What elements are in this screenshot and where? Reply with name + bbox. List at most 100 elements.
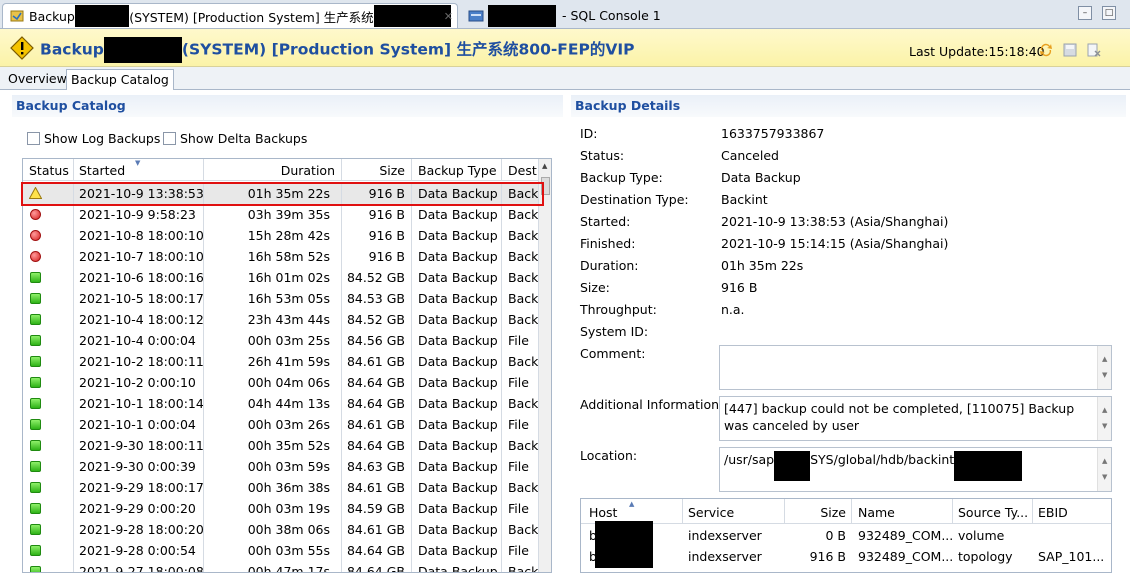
table-row[interactable]: 2021-10-2 0:00:10 00h 04m 06s 84.64 GB Data… — [23, 372, 538, 393]
detail-location-label: Location: — [580, 448, 638, 463]
column-separator — [73, 435, 74, 456]
tab-overview[interactable]: Overview — [4, 69, 71, 90]
success-icon — [30, 566, 41, 572]
checkbox-box[interactable] — [27, 132, 40, 145]
column-backup-type[interactable]: Backup Type — [418, 163, 497, 178]
detail-started-label: Started: — [580, 214, 631, 229]
column-separator — [203, 498, 204, 519]
last-update: Last Update:15:18:40 — [909, 44, 1045, 59]
maximize-icon[interactable]: □ — [1102, 6, 1116, 20]
column-separator — [501, 267, 502, 288]
table-row[interactable]: 2021-9-27 18:00:08 00h 47m 17s 84.64 GB Dat… — [23, 561, 538, 572]
detail-type-label: Backup Type: — [580, 170, 663, 185]
column-separator — [203, 204, 204, 225]
table-row[interactable]: 2021-10-4 18:00:12 23h 43m 44s 84.52 GB Dat… — [23, 309, 538, 330]
column-separator — [341, 288, 342, 309]
column-service[interactable]: Service — [688, 505, 734, 520]
column-size[interactable]: Size — [379, 163, 405, 178]
additional-scrollbar[interactable]: ▲ ▼ — [1097, 397, 1111, 440]
cell-backup-type: Data Backup — [418, 543, 498, 558]
editor-tab-backup[interactable]: Backup (SYSTEM) [Production System] 生产系统… — [2, 3, 458, 28]
table-row[interactable]: bjindexserver916 B932489_COM...topologyS… — [581, 546, 1111, 567]
show-delta-backups-checkbox[interactable]: Show Delta Backups — [163, 131, 307, 146]
table-row[interactable]: 2021-10-8 18:00:10 15h 28m 42s 916 B Data B… — [23, 225, 538, 246]
table-row[interactable]: 2021-10-9 9:58:23 03h 39m 35s 916 B Data Ba… — [23, 204, 538, 225]
table-scrollbar[interactable]: ▲ — [538, 159, 551, 572]
column-started[interactable]: Started — [79, 163, 125, 178]
table-row[interactable]: 2021-9-28 0:00:54 00h 03m 55s 84.64 GB Data… — [23, 540, 538, 561]
column-separator — [784, 499, 785, 524]
table-row[interactable]: 2021-10-6 18:00:16 16h 01m 02s 84.52 GB Dat… — [23, 267, 538, 288]
show-log-backups-checkbox[interactable]: Show Log Backups — [27, 131, 160, 146]
success-icon — [30, 503, 41, 514]
column-separator — [203, 246, 204, 267]
cell-ebid: SAP_101... — [1038, 549, 1105, 564]
cell-started: 2021-10-2 0:00:10 — [79, 375, 196, 390]
column-host[interactable]: Host — [589, 505, 617, 520]
table-row[interactable]: 2021-9-30 18:00:11 00h 35m 52s 84.64 GB Dat… — [23, 435, 538, 456]
cell-started: 2021-10-9 9:58:23 — [79, 207, 196, 222]
scrollbar-thumb[interactable] — [541, 177, 550, 195]
location-text-b: SYS/global/hdb/backint — [810, 452, 955, 467]
table-row[interactable]: bjindexserver0 B932489_COM...volume — [581, 525, 1111, 546]
scroll-up-icon[interactable]: ▲ — [542, 162, 547, 170]
subtabs-bar: Overview Backup Catalog — [0, 67, 1130, 90]
column-separator — [501, 519, 502, 540]
table-row[interactable]: 2021-9-29 0:00:20 00h 03m 19s 84.59 GB Data… — [23, 498, 538, 519]
editor-tab-sql-console[interactable]: - SQL Console 1 — [462, 3, 702, 28]
table-row[interactable]: 2021-10-4 0:00:04 00h 03m 25s 84.56 GB Data… — [23, 330, 538, 351]
additional-info-field[interactable]: [447] backup could not be completed, [11… — [719, 396, 1112, 441]
cell-backup-type: Data Backup — [418, 333, 498, 348]
success-icon — [30, 398, 41, 409]
column-separator — [341, 309, 342, 330]
table-row[interactable]: 2021-9-30 0:00:39 00h 03m 59s 84.63 GB Data… — [23, 456, 538, 477]
editor-tabs-bar: Backup (SYSTEM) [Production System] 生产系统… — [0, 0, 1130, 29]
column-separator — [411, 435, 412, 456]
location-field[interactable]: /usr/sap SYS/global/hdb/backint ▲ ▼ — [719, 447, 1112, 492]
success-icon — [30, 356, 41, 367]
column-dest[interactable]: Dest — [508, 163, 537, 178]
column-separator — [411, 498, 412, 519]
column-status[interactable]: Status — [29, 163, 69, 178]
column-separator — [73, 204, 74, 225]
table-row[interactable]: 2021-10-5 18:00:17 16h 53m 05s 84.53 GB Dat… — [23, 288, 538, 309]
last-update-label: Last Update: — [909, 44, 989, 59]
column-size[interactable]: Size — [820, 505, 846, 520]
column-separator — [411, 561, 412, 572]
checkbox-box[interactable] — [163, 132, 176, 145]
minimize-icon[interactable]: – — [1078, 6, 1092, 20]
table-row[interactable]: 2021-10-1 18:00:14 04h 44m 13s 84.64 GB Dat… — [23, 393, 538, 414]
table-row[interactable]: 2021-10-1 0:00:04 00h 03m 26s 84.61 GB Data… — [23, 414, 538, 435]
table-row[interactable]: 2021-9-29 18:00:17 00h 36m 38s 84.61 GB Dat… — [23, 477, 538, 498]
comment-field[interactable]: ▲ ▼ — [719, 345, 1112, 390]
detail-dest-type-label: Destination Type: — [580, 192, 689, 207]
backup-catalog-table[interactable]: Status ▼ Started Duration Size Backup Ty… — [22, 158, 552, 573]
column-duration[interactable]: Duration — [281, 163, 335, 178]
column-ebid[interactable]: EBID — [1038, 505, 1068, 520]
cell-duration: 01h 35m 22s — [247, 186, 330, 201]
column-separator — [341, 159, 342, 181]
tab-backup-catalog[interactable]: Backup Catalog — [66, 69, 174, 90]
comment-scrollbar[interactable]: ▲ ▼ — [1097, 346, 1111, 389]
export-icon[interactable] — [1086, 42, 1102, 58]
column-separator — [501, 225, 502, 246]
column-source-type[interactable]: Source Ty... — [958, 505, 1028, 520]
host-table[interactable]: Host ▲ Service Size Name Source Ty... EB… — [580, 498, 1112, 573]
success-icon — [30, 335, 41, 346]
location-scrollbar[interactable]: ▲ ▼ — [1097, 448, 1111, 491]
cell-duration: 26h 41m 59s — [247, 354, 330, 369]
table-row[interactable]: 2021-10-9 13:38:53 01h 35m 22s 916 B Data B… — [23, 183, 538, 204]
table-row[interactable]: 2021-10-7 18:00:10 16h 58m 52s 916 B Data B… — [23, 246, 538, 267]
cell-backup-type: Data Backup — [418, 417, 498, 432]
cell-dest: Back — [508, 228, 539, 243]
column-separator — [411, 519, 412, 540]
column-name[interactable]: Name — [858, 505, 895, 520]
refresh-icon[interactable] — [1038, 42, 1054, 58]
cell-size: 84.61 GB — [346, 354, 405, 369]
detail-finished-label: Finished: — [580, 236, 636, 251]
column-separator — [501, 288, 502, 309]
table-row[interactable]: 2021-10-2 18:00:11 26h 41m 59s 84.61 GB Dat… — [23, 351, 538, 372]
table-row[interactable]: 2021-9-28 18:00:20 00h 38m 06s 84.61 GB Dat… — [23, 519, 538, 540]
close-icon[interactable]: ✕ — [444, 10, 453, 23]
save-icon[interactable] — [1062, 42, 1078, 58]
